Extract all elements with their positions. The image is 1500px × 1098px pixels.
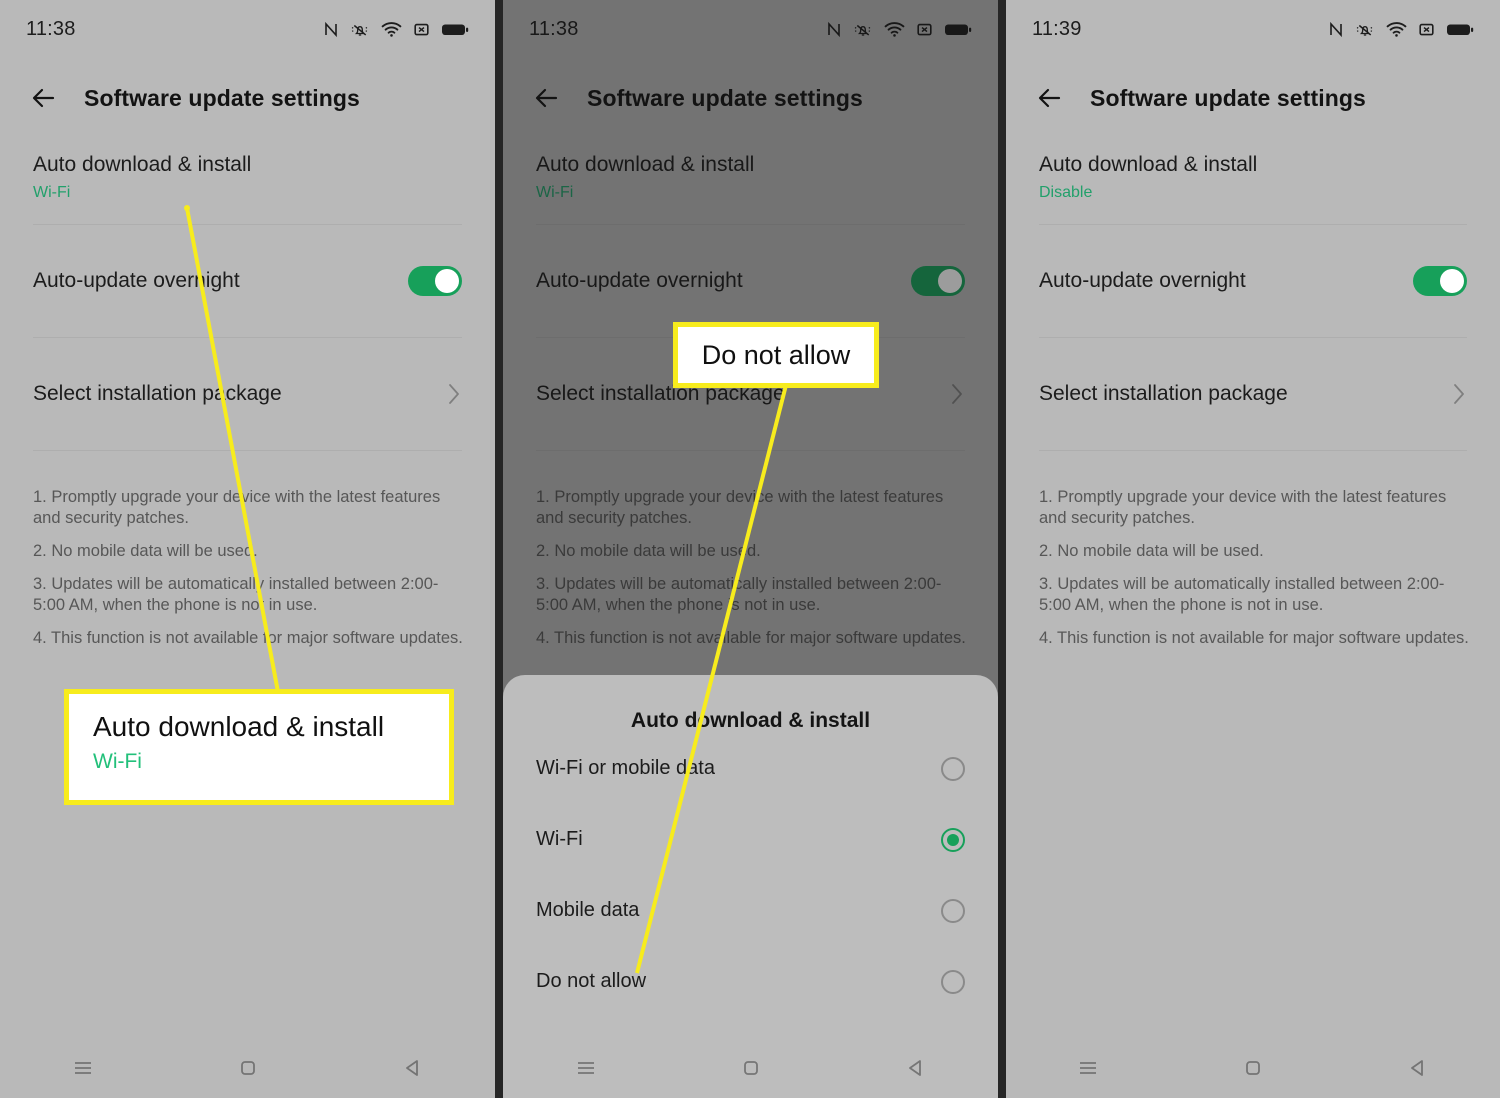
no-sim-icon xyxy=(413,21,430,38)
option-label: Mobile data xyxy=(536,899,640,921)
phone-screen-1: 11:38 Software update settings Auto down… xyxy=(0,0,495,1098)
note-item: 2. No mobile data will be used. xyxy=(33,542,258,560)
note-item: 1. Promptly upgrade your device with the… xyxy=(1039,488,1447,527)
back-icon[interactable] xyxy=(902,1054,930,1082)
row-auto-download-install[interactable]: Auto download & install Disable xyxy=(1006,150,1500,224)
row-value: Disable xyxy=(1039,184,1093,201)
battery-icon xyxy=(441,21,469,38)
note-item: 1. Promptly upgrade your device with the… xyxy=(33,488,441,527)
mute-bell-icon xyxy=(1355,21,1375,38)
auto-update-toggle[interactable] xyxy=(408,266,462,296)
back-icon[interactable] xyxy=(399,1054,427,1082)
row-title: Auto-update overnight xyxy=(1039,269,1246,292)
back-arrow-icon[interactable] xyxy=(28,81,62,115)
recents-icon[interactable] xyxy=(69,1054,97,1082)
note-item: 4. This function is not available for ma… xyxy=(1039,629,1469,647)
status-icons xyxy=(323,21,469,38)
row-title: Auto download & install xyxy=(33,153,252,176)
screenshot-stage: 11:38 Software update settings Auto down… xyxy=(0,0,1500,1098)
radio-button-selected[interactable] xyxy=(941,827,965,852)
option-label: Do not allow xyxy=(536,970,647,992)
phone-screen-3: 11:39 Software update settings Auto down… xyxy=(1006,0,1500,1098)
home-icon[interactable] xyxy=(1239,1054,1267,1082)
note-item: 2. No mobile data will be used. xyxy=(1039,542,1264,560)
notes-block: 1. Promptly upgrade your device with the… xyxy=(33,487,467,661)
option-wifi-or-mobile-data[interactable]: Wi-Fi or mobile data xyxy=(503,733,998,804)
navigation-bar xyxy=(0,1038,495,1098)
recents-icon[interactable] xyxy=(1074,1054,1102,1082)
radio-button[interactable] xyxy=(941,969,965,994)
home-icon[interactable] xyxy=(234,1054,262,1082)
row-select-installation-package[interactable]: Select installation package xyxy=(0,338,495,450)
row-value: Wi-Fi xyxy=(33,184,71,201)
status-clock: 11:38 xyxy=(26,17,76,40)
chevron-right-icon xyxy=(1451,381,1467,407)
battery-icon xyxy=(1446,21,1474,38)
list-separator xyxy=(1039,450,1467,451)
row-title: Auto download & install xyxy=(1039,153,1258,176)
row-title: Select installation package xyxy=(33,382,282,405)
app-bar: Software update settings xyxy=(0,72,495,124)
navigation-bar xyxy=(1006,1038,1500,1098)
phone-screen-2: 11:38 Software update settings Auto down… xyxy=(503,0,998,1098)
nfc-icon xyxy=(1328,21,1344,38)
wifi-icon xyxy=(381,21,402,38)
chevron-right-icon xyxy=(446,381,462,407)
option-mobile-data[interactable]: Mobile data xyxy=(503,875,998,946)
panel-divider xyxy=(998,0,1006,1098)
status-bar: 11:38 xyxy=(0,0,495,58)
back-arrow-icon[interactable] xyxy=(1034,81,1068,115)
wifi-icon xyxy=(1386,21,1407,38)
toggle-knob xyxy=(1440,269,1464,293)
row-select-installation-package[interactable]: Select installation package xyxy=(1006,338,1500,450)
option-wifi[interactable]: Wi-Fi xyxy=(503,804,998,875)
row-auto-update-overnight[interactable]: Auto-update overnight xyxy=(1006,225,1500,337)
page-title: Software update settings xyxy=(1090,84,1366,111)
option-do-not-allow[interactable]: Do not allow xyxy=(503,946,998,1017)
status-icons xyxy=(1328,21,1474,38)
notes-block: 1. Promptly upgrade your device with the… xyxy=(1039,487,1472,661)
settings-list: Auto download & install Disable Auto-upd… xyxy=(1006,150,1500,451)
auto-download-bottom-sheet: Auto download & install Wi-Fi or mobile … xyxy=(503,675,998,1098)
row-title: Select installation package xyxy=(1039,382,1288,405)
option-label: Wi-Fi xyxy=(536,828,583,850)
list-separator xyxy=(33,450,462,451)
note-item: 4. This function is not available for ma… xyxy=(33,629,463,647)
back-icon[interactable] xyxy=(1404,1054,1432,1082)
recents-icon[interactable] xyxy=(572,1054,600,1082)
status-bar: 11:39 xyxy=(1006,0,1500,58)
radio-button[interactable] xyxy=(941,756,965,781)
no-sim-icon xyxy=(1418,21,1435,38)
settings-list: Auto download & install Wi-Fi Auto-updat… xyxy=(0,150,495,451)
note-item: 3. Updates will be automatically install… xyxy=(33,575,439,614)
toggle-knob xyxy=(435,269,459,293)
nfc-icon xyxy=(323,21,339,38)
sheet-title: Auto download & install xyxy=(630,709,871,732)
radio-button[interactable] xyxy=(941,898,965,923)
app-bar: Software update settings xyxy=(1006,72,1500,124)
option-label: Wi-Fi or mobile data xyxy=(536,757,715,779)
row-auto-download-install[interactable]: Auto download & install Wi-Fi xyxy=(0,150,495,224)
page-title: Software update settings xyxy=(84,84,360,111)
navigation-bar xyxy=(503,1038,998,1098)
panel-divider xyxy=(495,0,503,1098)
status-clock: 11:39 xyxy=(1032,17,1082,40)
row-auto-update-overnight[interactable]: Auto-update overnight xyxy=(0,225,495,337)
mute-bell-icon xyxy=(350,21,370,38)
auto-update-toggle[interactable] xyxy=(1413,266,1467,296)
home-icon[interactable] xyxy=(737,1054,765,1082)
row-title: Auto-update overnight xyxy=(33,269,240,292)
note-item: 3. Updates will be automatically install… xyxy=(1039,575,1445,614)
